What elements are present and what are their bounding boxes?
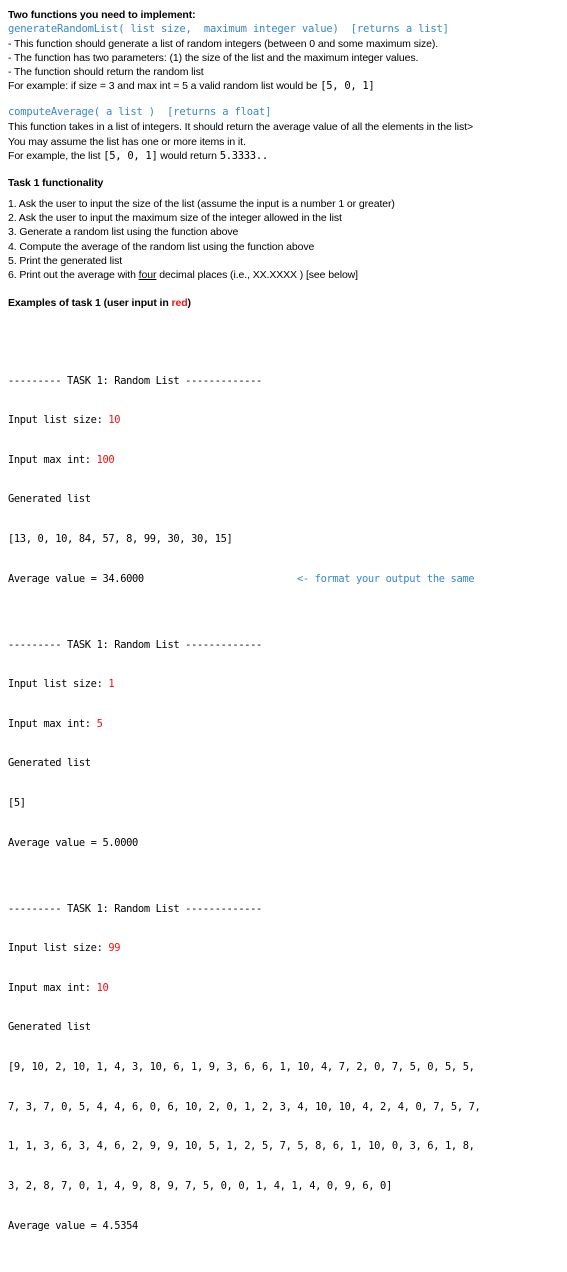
console-prompt-size-run-1: Input list size: 10	[8, 414, 559, 427]
label-input-list-size: Input list size:	[8, 414, 109, 427]
function-1-bullet-2: - The function has two parameters: (1) t…	[8, 52, 419, 65]
function-1-example-prefix: For example: if size = 3 and max int = 5…	[8, 80, 321, 93]
console-banner-run-2: --------- TASK 1: Random List ----------…	[8, 638, 262, 651]
label-average-value-run-3: Average value =	[8, 1219, 103, 1232]
console-list-run-3-line-3: 1, 1, 3, 6, 3, 4, 6, 2, 9, 9, 10, 5, 1, …	[8, 1140, 475, 1153]
value-average-run-2: 5.0000	[102, 836, 139, 849]
examples-heading: Examples of task 1 (user input in red)	[8, 296, 559, 310]
console-list-run-1-line-1: [13, 0, 10, 84, 57, 8, 99, 30, 30, 15]	[8, 532, 233, 545]
function-2-example-suffix: would return	[157, 149, 220, 162]
task-step-6-before: 6. Print out the average with	[8, 269, 139, 282]
console-average-row-run-2: Average value = 5.0000	[8, 837, 559, 850]
console-prompt-size-run-2: Input list size: 1	[8, 678, 559, 691]
label-average-value-run-2: Average value =	[8, 836, 103, 849]
function-2-example-prefix: For example, the list	[8, 149, 104, 162]
console-average-row-run-1: Average value = 34.6000 <- format your ou…	[8, 573, 559, 586]
console-generated-label-run-3: Generated list	[8, 1021, 91, 1034]
task-functionality-heading: Task 1 functionality	[8, 176, 104, 189]
value-average-run-3: 4.5354	[102, 1219, 139, 1232]
console-generated-label-run-1: Generated list	[8, 493, 91, 506]
console-prompt-size-run-3: Input list size: 99	[8, 942, 559, 955]
console-output: --------- TASK 1: Random List ----------…	[8, 322, 559, 1272]
console-prompt-max-run-1: Input max int: 100	[8, 454, 559, 467]
label-average-value-run-1: Average value =	[8, 572, 103, 585]
console-list-run-2-line-1: [5]	[8, 797, 26, 810]
function-signature-generate-random-list: generateRandomList( list size, maximum i…	[8, 23, 449, 36]
function-1-bullet-3: - The function should return the random …	[8, 66, 204, 79]
task-step-6-after: decimal places (i.e., XX.XXXX ) [see bel…	[156, 269, 358, 282]
console-list-run-3-line-4: 3, 2, 8, 7, 0, 1, 4, 9, 8, 9, 7, 5, 0, 0…	[8, 1179, 392, 1192]
value-input-max-int-run-1: 100	[96, 453, 115, 466]
console-banner-run-3: --------- TASK 1: Random List ----------…	[8, 902, 262, 915]
label-input-list-size-2: Input list size:	[8, 678, 109, 691]
function-2-example-result: 5.3333..	[219, 149, 268, 162]
function-2-example: For example, the list [5, 0, 1] would re…	[8, 149, 559, 163]
console-prompt-max-run-3: Input max int: 10	[8, 982, 559, 995]
assignment-document: Two functions you need to implement: gen…	[0, 0, 567, 1272]
function-signature-compute-average: computeAverage( a list ) [returns a floa…	[8, 106, 272, 119]
console-prompt-max-run-2: Input max int: 5	[8, 718, 559, 731]
task-step-4: 4. Compute the average of the random lis…	[8, 240, 315, 253]
console-side-note: <- format your output the same	[297, 572, 475, 585]
examples-heading-red-word: red	[171, 296, 188, 309]
task-step-2: 2. Ask the user to input the maximum siz…	[8, 212, 342, 225]
function-1-example-list: [5, 0, 1]	[320, 80, 375, 93]
label-input-max-int-3: Input max int:	[8, 981, 97, 994]
value-average-run-1: 34.6000	[102, 572, 145, 585]
value-input-max-int-run-2: 5	[96, 717, 103, 730]
task-step-1: 1. Ask the user to input the size of the…	[8, 197, 395, 210]
value-input-list-size-run-1: 10	[108, 414, 121, 427]
function-2-bullet-1: This function takes in a list of integer…	[8, 121, 473, 134]
task-step-5: 5. Print the generated list	[8, 255, 123, 268]
console-generated-label-run-2: Generated list	[8, 757, 91, 770]
label-input-list-size-3: Input list size:	[8, 942, 109, 955]
examples-heading-before: Examples of task 1 (user input in	[8, 296, 172, 309]
function-1-bullet-1: - This function should generate a list o…	[8, 38, 439, 51]
console-list-run-3-line-2: 7, 3, 7, 0, 5, 4, 4, 6, 0, 6, 10, 2, 0, …	[8, 1100, 481, 1113]
label-input-max-int-2: Input max int:	[8, 717, 97, 730]
intro-heading: Two functions you need to implement:	[8, 9, 196, 21]
value-input-max-int-run-3: 10	[96, 981, 109, 994]
function-1-example: For example: if size = 3 and max int = 5…	[8, 79, 559, 93]
function-2-bullet-2: You may assume the list has one or more …	[8, 135, 246, 148]
value-input-list-size-run-3: 99	[108, 942, 121, 955]
console-list-run-3-line-1: [9, 10, 2, 10, 1, 4, 3, 10, 6, 1, 9, 3, …	[8, 1061, 475, 1074]
console-average-row-run-3: Average value = 4.5354	[8, 1220, 559, 1233]
examples-heading-after: )	[187, 296, 192, 309]
value-input-list-size-run-2: 1	[108, 678, 115, 691]
function-2-example-list: [5, 0, 1]	[103, 149, 158, 162]
task-step-3: 3. Generate a random list using the func…	[8, 226, 239, 239]
console-banner-run-1: --------- TASK 1: Random List ----------…	[8, 374, 262, 387]
task-step-6-underlined: four	[138, 269, 157, 282]
label-input-max-int: Input max int:	[8, 453, 97, 466]
task-step-6: 6. Print out the average with four decim…	[8, 268, 559, 282]
